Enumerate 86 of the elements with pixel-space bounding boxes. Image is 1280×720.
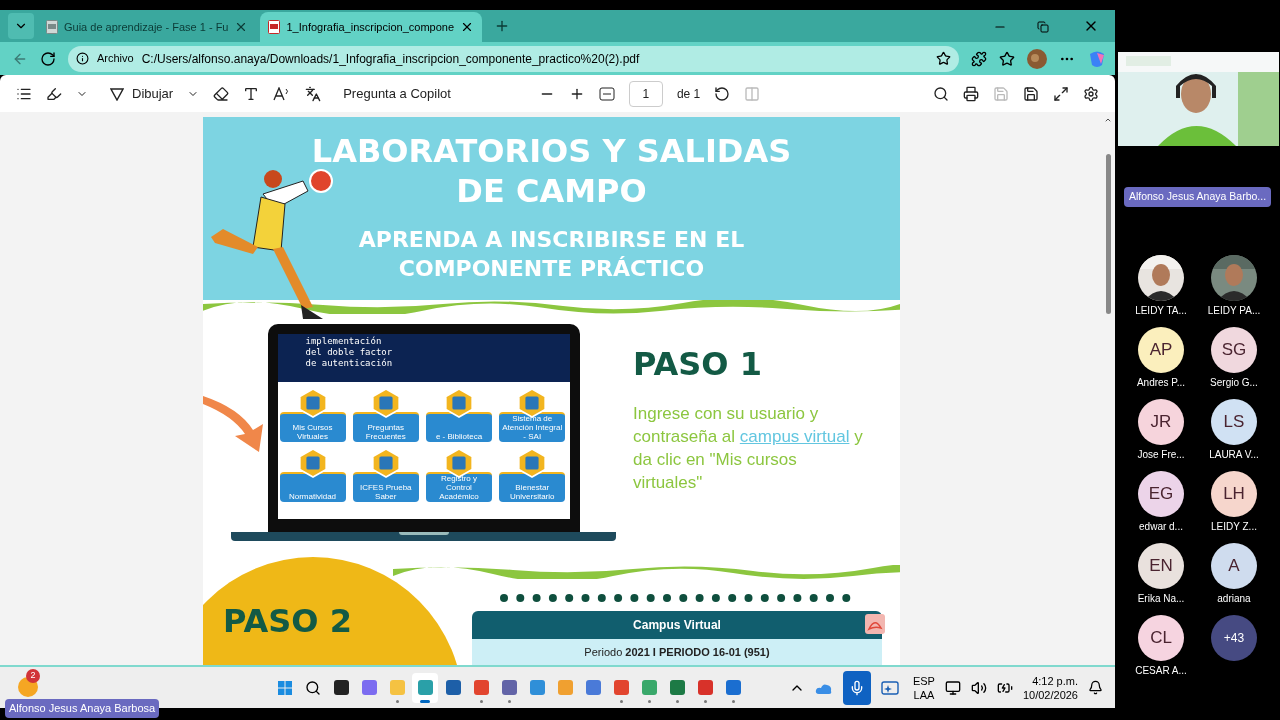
browser-tab[interactable]: Guia de aprendizaje - Fase 1 - Fu (38, 12, 257, 42)
avatar: SG (1211, 326, 1257, 373)
copilot-button[interactable]: Pregunta a Copilot (343, 83, 451, 104)
info-icon[interactable] (76, 52, 89, 65)
avatar: LS (1211, 398, 1257, 445)
tab-title: Guia de aprendizaje - Fase 1 - Fu (64, 19, 229, 35)
url-text: C:/Users/alfonso.anaya/Downloads/1_Infografia_inscripcion_componente_practico%20(2).pdf (141, 50, 641, 68)
highlight-icon[interactable] (46, 85, 62, 102)
participant-name: Andres P... (1136, 375, 1186, 390)
more-participants-button[interactable]: +43 (1211, 614, 1257, 661)
step-heading: PASO 2 (223, 601, 352, 643)
page-number-field[interactable]: 1 (628, 80, 663, 107)
favorite-icon[interactable] (936, 51, 951, 66)
notifications-icon[interactable] (1088, 680, 1103, 695)
sparkle-icon[interactable] (880, 679, 899, 696)
print-icon[interactable] (963, 85, 979, 102)
rotate-icon[interactable] (714, 85, 731, 102)
fit-width-icon[interactable] (598, 86, 615, 101)
pen-icon (110, 86, 124, 101)
eraser-icon[interactable] (213, 85, 230, 102)
reload-icon[interactable] (40, 50, 56, 67)
profile-avatar[interactable] (1027, 48, 1047, 69)
participant-name: adriana (1217, 591, 1251, 606)
participant-name: LEIDY Z... (1211, 519, 1257, 534)
tile-label: Normatividad (287, 491, 338, 501)
avatar: EG (1138, 470, 1184, 517)
infographic-title: DE CAMPO (456, 171, 647, 211)
avatar: LH (1211, 470, 1257, 517)
step-description: Ingrese con su usuario y contraseña al campus virtual y da clic en "Mis cursos virtuales" (633, 402, 863, 494)
period-text: Periodo 2021 I PERIODO 16-01 (951) (584, 644, 770, 660)
tile-label: Mis Cursos Virtuales (291, 422, 334, 441)
clock[interactable]: 4:12 p.m. 10/02/2026 (1022, 673, 1078, 702)
avatar: A (1211, 542, 1257, 589)
participant-name: Sergio G... (1210, 375, 1258, 390)
infographic-subtitle: APRENDA A INSCRIBIRSE EN EL (358, 226, 745, 254)
settings-icon[interactable] (1083, 85, 1099, 102)
save-as-icon[interactable] (1023, 85, 1039, 102)
avatar: JR (1138, 398, 1184, 445)
pdf-file-icon (46, 20, 58, 34)
translate-icon[interactable] (305, 85, 322, 102)
tile-label: Bienestar Universitario (509, 482, 556, 501)
favorites-icon[interactable] (999, 50, 1015, 67)
participant-name: LEIDY TA... (1135, 303, 1187, 318)
browser-tab[interactable]: 1_Infografia_inscripcion_compone (260, 12, 483, 42)
restore-icon[interactable] (1037, 21, 1049, 33)
extensions-icon[interactable] (971, 50, 987, 67)
participant-name: Erika Na... (1137, 591, 1185, 606)
fullscreen-icon[interactable] (1053, 85, 1069, 102)
tile-label: e - Biblioteca (434, 431, 484, 441)
avatar: CL (1138, 614, 1184, 661)
banner-text: del doble factor (305, 346, 394, 358)
tile-label: Registro y Control Académico (438, 473, 480, 501)
avatar: AP (1138, 326, 1184, 373)
self-name-label: Alfonso Jesus Anaya Barbosa (5, 699, 160, 718)
tile-label: ICFES Prueba Saber (358, 482, 413, 501)
microphone-button[interactable] (842, 670, 871, 705)
notification-badge: 2 (26, 668, 40, 683)
participant-name: edwar d... (1139, 519, 1183, 534)
volume-icon[interactable] (970, 679, 987, 696)
avatar: EN (1138, 542, 1184, 589)
text-icon[interactable] (243, 85, 260, 102)
participant-name: Jose Fre... (1137, 447, 1185, 462)
banner-text: de autenticación (305, 357, 394, 369)
page-count: de 1 (676, 85, 701, 103)
tile-label: Preguntas Frecuentes (364, 422, 407, 441)
pdf-file-icon (268, 20, 281, 34)
banner-text: implementación (305, 335, 383, 347)
tab-title: 1_Infografia_inscripcion_compone (286, 19, 455, 35)
language-indicator[interactable]: ESP LAA (912, 673, 935, 702)
site-label: Archivo (97, 51, 134, 67)
scroll-up-icon[interactable] (1104, 116, 1112, 124)
search-icon[interactable] (933, 85, 949, 102)
cloud-icon[interactable] (814, 681, 833, 694)
network-icon[interactable] (944, 679, 961, 696)
step-heading: PASO 1 (633, 343, 763, 385)
participant-name: LAURA V... (1209, 447, 1259, 462)
panel-title: Campus Virtual (633, 617, 721, 635)
participant-name: CESAR A... (1135, 663, 1187, 678)
presenter-name-label: Alfonso Jesus Anaya Barbo... (1123, 187, 1272, 207)
tab-list-button[interactable] (8, 13, 34, 39)
address-bar[interactable]: Archivo C:/Users/alfonso.anaya/Downloads/1_Infografia_inscripcion_componente_practico%20(2).pdf (68, 45, 959, 72)
participant-name: LEIDY PA... (1207, 303, 1261, 318)
infographic-subtitle: COMPONENTE PRÁCTICO (398, 255, 705, 283)
draw-button[interactable]: Dibujar (110, 83, 174, 104)
tile-label: Sistema de Atención Integral - SAI (501, 413, 564, 441)
infographic-title: LABORATORIOS Y SALIDAS (311, 131, 792, 171)
